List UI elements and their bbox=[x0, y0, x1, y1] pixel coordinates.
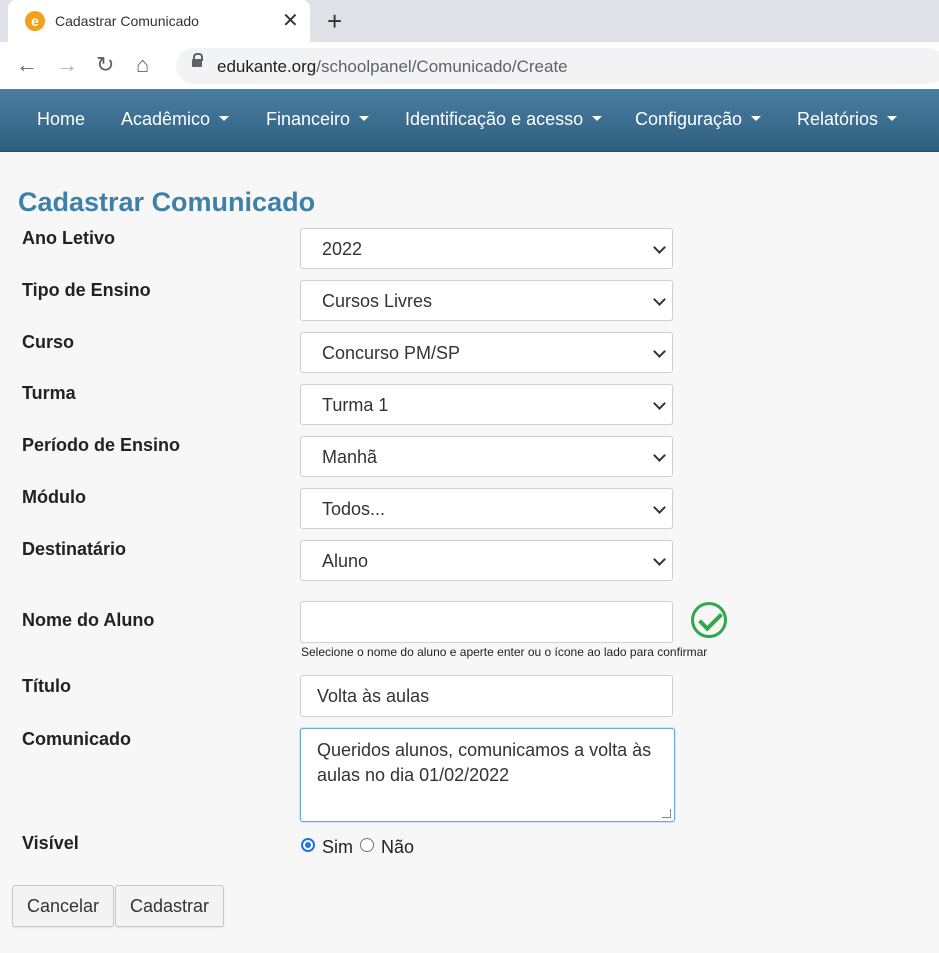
caret-down-icon bbox=[592, 115, 603, 121]
chevron-down-icon bbox=[653, 449, 666, 462]
turma-label: Turma bbox=[22, 383, 76, 403]
visivel-sim-label[interactable]: Sim bbox=[322, 837, 353, 858]
caret-down-icon bbox=[887, 115, 898, 121]
destinatario-value: Aluno bbox=[322, 551, 369, 571]
chevron-down-icon bbox=[653, 501, 666, 514]
chevron-down-icon bbox=[653, 553, 666, 566]
submit-button[interactable]: Cadastrar bbox=[115, 885, 224, 927]
chevron-down-icon bbox=[653, 345, 666, 358]
chevron-down-icon bbox=[653, 241, 666, 254]
caret-down-icon bbox=[359, 115, 370, 121]
reload-icon[interactable]: ↻ bbox=[96, 52, 114, 78]
destinatario-select[interactable]: Aluno bbox=[300, 540, 673, 581]
cancel-button[interactable]: Cancelar bbox=[12, 885, 114, 927]
curso-label: Curso bbox=[22, 332, 75, 352]
visivel-label: Visível bbox=[22, 833, 79, 853]
forward-icon[interactable]: → bbox=[56, 52, 78, 78]
tipo-ensino-label: Tipo de Ensino bbox=[22, 280, 151, 300]
modulo-select[interactable]: Todos... bbox=[300, 488, 673, 529]
browser-toolbar: ← → ↻ ⌂ edukante.org/schoolpanel/Comunic… bbox=[0, 42, 939, 90]
tab-title: Cadastrar Comunicado bbox=[55, 13, 199, 29]
address-bar[interactable]: edukante.org/schoolpanel/Comunicado/Crea… bbox=[176, 48, 939, 84]
close-icon[interactable]: ✕ bbox=[282, 8, 299, 33]
back-icon[interactable]: ← bbox=[16, 52, 38, 78]
nav-identificacao[interactable]: Identificação e acesso bbox=[405, 109, 603, 130]
nav-configuracao[interactable]: Configuração bbox=[635, 109, 762, 130]
visivel-sim-radio[interactable] bbox=[301, 838, 315, 852]
periodo-label: Período de Ensino bbox=[22, 435, 181, 455]
ano-letivo-label: Ano Letivo bbox=[22, 228, 115, 248]
curso-select[interactable]: Concurso PM/SP bbox=[300, 332, 673, 373]
nav-financeiro[interactable]: Financeiro bbox=[266, 109, 370, 130]
home-icon[interactable]: ⌂ bbox=[136, 52, 149, 78]
modulo-label: Módulo bbox=[22, 487, 86, 507]
titulo-input[interactable]: Volta às aulas bbox=[300, 675, 673, 717]
nome-aluno-input[interactable] bbox=[300, 601, 673, 643]
modulo-value: Todos... bbox=[322, 499, 386, 519]
curso-value: Concurso PM/SP bbox=[322, 343, 461, 363]
comunicado-label: Comunicado bbox=[22, 729, 132, 749]
turma-select[interactable]: Turma 1 bbox=[300, 384, 673, 425]
periodo-value: Manhã bbox=[322, 447, 378, 467]
ano-letivo-select[interactable]: 2022 bbox=[300, 228, 673, 269]
nome-aluno-help: Selecione o nome do aluno e aperte enter… bbox=[301, 645, 708, 659]
turma-value: Turma 1 bbox=[322, 395, 389, 415]
new-tab-icon[interactable]: + bbox=[327, 6, 342, 37]
favicon-icon: e bbox=[25, 11, 45, 31]
comunicado-value: Queridos alunos, comunicamos a volta às … bbox=[317, 740, 652, 785]
visivel-nao-radio[interactable] bbox=[360, 838, 374, 852]
titulo-label: Título bbox=[22, 676, 71, 696]
browser-tab[interactable]: e Cadastrar Comunicado ✕ bbox=[8, 0, 310, 42]
main-navbar: Home Acadêmico Financeiro Identificação … bbox=[0, 89, 939, 152]
tipo-ensino-value: Cursos Livres bbox=[322, 291, 433, 311]
url-text[interactable]: edukante.org/schoolpanel/Comunicado/Crea… bbox=[217, 57, 568, 77]
ano-letivo-value: 2022 bbox=[322, 239, 363, 259]
lock-icon[interactable] bbox=[192, 53, 203, 67]
caret-down-icon bbox=[751, 115, 762, 121]
comunicado-textarea[interactable]: Queridos alunos, comunicamos a volta às … bbox=[300, 728, 675, 822]
tipo-ensino-select[interactable]: Cursos Livres bbox=[300, 280, 673, 321]
chevron-down-icon bbox=[653, 397, 666, 410]
caret-down-icon bbox=[219, 115, 230, 121]
periodo-select[interactable]: Manhã bbox=[300, 436, 673, 477]
destinatario-label: Destinatário bbox=[22, 539, 127, 559]
confirm-check-icon[interactable] bbox=[691, 602, 727, 638]
browser-tabstrip: e Cadastrar Comunicado ✕ + bbox=[0, 0, 939, 42]
visivel-nao-label[interactable]: Não bbox=[381, 837, 414, 858]
titulo-value: Volta às aulas bbox=[317, 686, 430, 706]
nav-relatorios[interactable]: Relatórios bbox=[797, 109, 898, 130]
resize-handle-icon[interactable] bbox=[662, 809, 671, 818]
nome-aluno-label: Nome do Aluno bbox=[22, 610, 155, 630]
nav-academico[interactable]: Acadêmico bbox=[121, 109, 230, 130]
nav-home[interactable]: Home bbox=[37, 109, 85, 130]
chevron-down-icon bbox=[653, 293, 666, 306]
page-title: Cadastrar Comunicado bbox=[18, 187, 316, 217]
